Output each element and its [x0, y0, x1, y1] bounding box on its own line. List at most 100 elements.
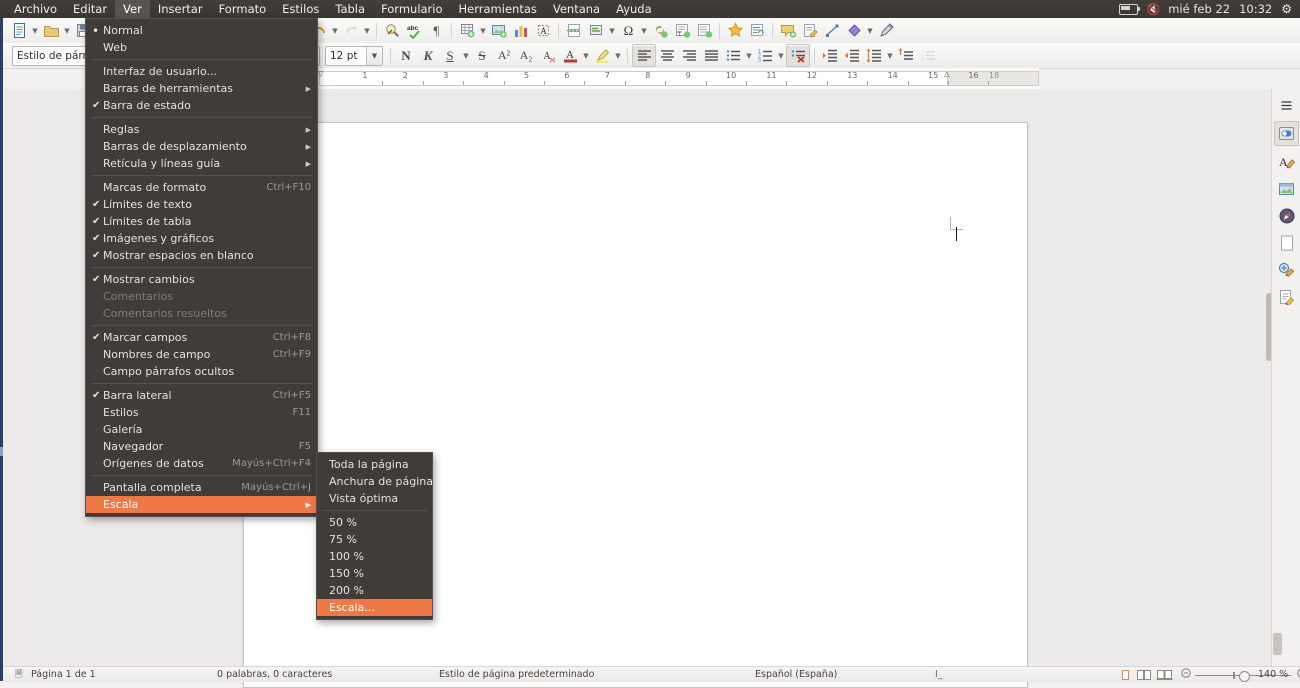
- bold-button[interactable]: N: [395, 45, 417, 66]
- scale-menu-item[interactable]: Vista óptima: [317, 490, 432, 507]
- ruler-first-line-indent-marker[interactable]: ▽: [318, 70, 323, 78]
- view-menu-dropdown[interactable]: • Normal Web Interfaz de usuario... Barras d…: [85, 18, 318, 517]
- scale-menu-item[interactable]: Anchura de página: [317, 473, 433, 490]
- decrease-indent-button[interactable]: [841, 45, 863, 66]
- underline-button[interactable]: S: [439, 45, 461, 66]
- insert-hyperlink-button[interactable]: [649, 20, 671, 41]
- increase-indent-button[interactable]: [819, 45, 841, 66]
- size-combo-arrow[interactable]: ▼: [366, 46, 382, 65]
- insert-line-button[interactable]: [821, 20, 843, 41]
- view-layout-buttons[interactable]: [1119, 669, 1173, 680]
- formatting-marks-button[interactable]: ¶: [425, 20, 447, 41]
- gear-icon[interactable]: ⚙: [1281, 2, 1292, 16]
- find-replace-button[interactable]: [381, 20, 403, 41]
- insert-table-button-dropdown-arrow[interactable]: ▼: [478, 20, 488, 41]
- insert-bookmark-button[interactable]: [724, 20, 746, 41]
- insert-cross-reference-button[interactable]: [746, 20, 768, 41]
- menu-ventana[interactable]: Ventana: [545, 0, 608, 18]
- sidebar-item-properties[interactable]: [1274, 121, 1299, 146]
- global-menu-bar[interactable]: Archivo Editar Ver Insertar Formato Estilos Ta…: [0, 0, 660, 18]
- insert-special-character-button-dropdown-arrow[interactable]: ▼: [639, 20, 649, 41]
- view-menu-item[interactable]: Estilos F11: [86, 404, 317, 421]
- insert-field-button-dropdown-arrow[interactable]: ▼: [607, 20, 617, 41]
- view-menu-item[interactable]: ✔ Límites de texto: [86, 196, 317, 213]
- show-draw-functions-button[interactable]: [875, 20, 897, 41]
- underline-dropdown-arrow[interactable]: ▼: [461, 45, 471, 66]
- redo-button-dropdown-arrow[interactable]: ▼: [362, 20, 372, 41]
- font-color-button[interactable]: A: [559, 45, 581, 66]
- highlight-color-button[interactable]: [591, 45, 613, 66]
- view-menu-item[interactable]: Barras de desplazamiento ▶: [86, 138, 317, 155]
- single-page-view-icon[interactable]: [1119, 669, 1132, 680]
- sidebar-item-manage-changes[interactable]: [1275, 285, 1298, 308]
- line-spacing-button-dropdown-arrow[interactable]: ▼: [885, 45, 895, 66]
- view-menu-item[interactable]: Nombres de campo Ctrl+F9: [86, 346, 317, 363]
- size-combo[interactable]: 12 pt ▼: [325, 45, 383, 66]
- view-menu-item[interactable]: ✔ Mostrar espacios en blanco: [86, 247, 317, 264]
- insert-comment-button[interactable]: [777, 20, 799, 41]
- sidebar-item-gallery[interactable]: [1275, 177, 1298, 200]
- sidebar-item-styles[interactable]: A: [1275, 150, 1298, 173]
- word-count[interactable]: 0 palabras, 0 caracteres: [217, 669, 332, 680]
- toggle-formatting-marks-button[interactable]: A: [537, 45, 559, 66]
- menu-formato[interactable]: Formato: [211, 0, 275, 18]
- insert-field-button[interactable]: [585, 20, 607, 41]
- page-style[interactable]: Estilo de página predeterminado: [439, 669, 594, 680]
- scale-menu-item[interactable]: 200 %: [317, 582, 432, 599]
- track-changes-button[interactable]: [799, 20, 821, 41]
- line-spacing-button[interactable]: [863, 45, 885, 66]
- view-menu-item[interactable]: ✔ Imágenes y gráficos: [86, 230, 317, 247]
- sidebar-item-style-inspector[interactable]: [1275, 258, 1298, 281]
- view-menu-item[interactable]: Interfaz de usuario...: [86, 63, 317, 80]
- superscript-button[interactable]: A²: [493, 45, 515, 66]
- insert-page-break-button[interactable]: [563, 20, 585, 41]
- insert-special-character-button[interactable]: Ω: [617, 20, 639, 41]
- view-menu-item[interactable]: ✔ Límites de tabla: [86, 213, 317, 230]
- view-menu-item[interactable]: Pantalla completa Mayús+Ctrl+J: [86, 479, 317, 496]
- insert-table-button[interactable]: [456, 20, 478, 41]
- new-document-button-dropdown-arrow[interactable]: ▼: [30, 20, 40, 41]
- zoom-level[interactable]: 140 %: [1258, 669, 1288, 680]
- menu-insertar[interactable]: Insertar: [150, 0, 211, 18]
- book-view-icon[interactable]: [1155, 669, 1173, 680]
- paragraph-spacing-above-button[interactable]: [895, 45, 917, 66]
- view-menu-item[interactable]: ✔ Barra de estado: [86, 97, 317, 114]
- paragraph-spacing-below-button[interactable]: [917, 45, 939, 66]
- open-document-button-dropdown-arrow[interactable]: ▼: [62, 20, 72, 41]
- menu-ayuda[interactable]: Ayuda: [608, 0, 660, 18]
- view-menu-item[interactable]: • Normal: [86, 22, 317, 39]
- selection-mode[interactable]: I_: [935, 669, 943, 680]
- align-center-button[interactable]: [656, 45, 678, 66]
- insert-image-button[interactable]: [488, 20, 510, 41]
- unordered-list-button-dropdown-arrow[interactable]: ▼: [744, 45, 754, 66]
- tray-date[interactable]: mié feb 22: [1168, 2, 1230, 16]
- scale-menu-item[interactable]: Escala...: [317, 599, 432, 616]
- view-menu-item[interactable]: ✔ Mostrar cambios: [86, 271, 317, 288]
- scale-menu-item[interactable]: Toda la página: [317, 456, 432, 473]
- sidebar-settings-icon[interactable]: [1275, 94, 1298, 117]
- multi-page-view-icon[interactable]: [1135, 669, 1152, 680]
- view-menu-item[interactable]: Reglas ▶: [86, 121, 317, 138]
- align-right-button[interactable]: [678, 45, 700, 66]
- view-menu-item[interactable]: Marcas de formato Ctrl+F10: [86, 179, 317, 196]
- strikethrough-button[interactable]: S: [471, 45, 493, 66]
- horizontal-ruler[interactable]: 1 2 3 4 5 6 7 8 9 10 11 12 13 14 15 16 18 △ ▽: [318, 68, 1039, 90]
- insert-footnote-button[interactable]: 1: [671, 20, 693, 41]
- menu-tabla[interactable]: Tabla: [327, 0, 373, 18]
- italic-button[interactable]: K: [417, 45, 439, 66]
- scale-submenu[interactable]: Toda la página Anchura de página Vista ópt…: [316, 452, 433, 620]
- ordered-list-button[interactable]: 123: [754, 45, 776, 66]
- sidebar-item-navigator[interactable]: [1275, 204, 1298, 227]
- ruler-indent-marker[interactable]: △: [944, 70, 949, 78]
- view-menu-item[interactable]: Web: [86, 39, 317, 56]
- menu-ver[interactable]: Ver: [115, 0, 150, 18]
- scale-menu-item[interactable]: 50 %: [317, 514, 432, 531]
- spelling-button[interactable]: abc: [403, 20, 425, 41]
- insert-chart-button[interactable]: [510, 20, 532, 41]
- ordered-list-button-dropdown-arrow[interactable]: ▼: [776, 45, 786, 66]
- language-status[interactable]: Español (España): [755, 669, 837, 680]
- basic-shapes-button[interactable]: [843, 20, 865, 41]
- system-tray[interactable]: 🔇 mié feb 22 10:32 ⚙: [1118, 2, 1300, 16]
- undo-button-dropdown-arrow[interactable]: ▼: [330, 20, 340, 41]
- sidebar-resize-handle[interactable]: [1273, 633, 1282, 655]
